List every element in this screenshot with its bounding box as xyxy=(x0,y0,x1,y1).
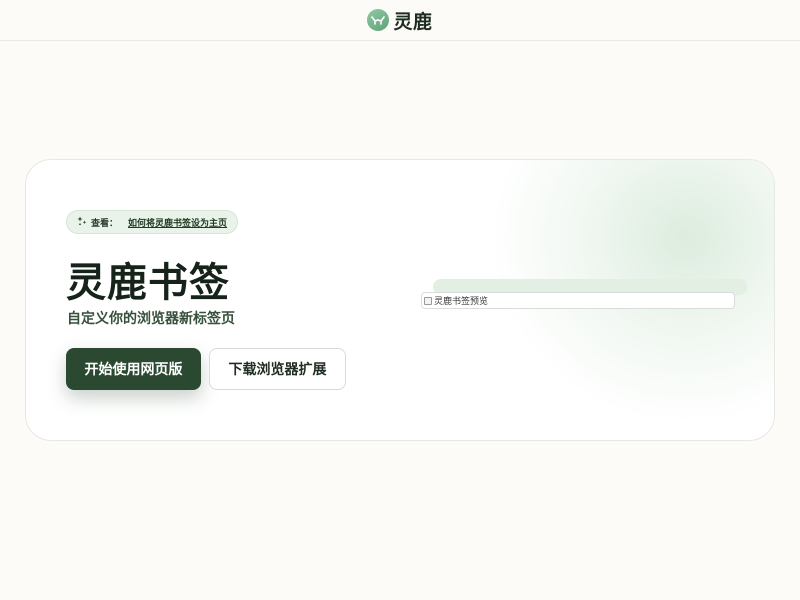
broken-image-icon xyxy=(424,296,432,305)
page-title: 灵鹿书签 xyxy=(66,260,230,306)
page-subtitle: 自定义你的浏览器新标签页 xyxy=(67,311,235,327)
homepage-notice-pill: 查看： 如何将灵鹿书签设为主页 xyxy=(66,210,239,234)
brand-name: 灵鹿 xyxy=(393,10,433,33)
hero-card: 查看： 如何将灵鹿书签设为主页 灵鹿书签 自定义你的浏览器新标签页 开始使用网页… xyxy=(25,159,775,441)
brand-home-link[interactable]: 灵鹿 xyxy=(367,7,432,34)
preview-image: 灵鹿书签预览 xyxy=(421,292,735,309)
start-web-version-button[interactable]: 开始使用网页版 xyxy=(66,348,201,390)
set-homepage-guide-link[interactable]: 如何将灵鹿书签设为主页 xyxy=(128,216,227,229)
notice-label: 查看： xyxy=(91,218,119,229)
preview-image-alt-text: 灵鹿书签预览 xyxy=(434,297,489,307)
deer-antler-icon xyxy=(367,9,390,31)
top-navbar: 灵鹿 xyxy=(0,0,800,41)
sparkle-icon xyxy=(77,216,87,229)
download-extension-button[interactable]: 下载浏览器扩展 xyxy=(209,348,346,390)
